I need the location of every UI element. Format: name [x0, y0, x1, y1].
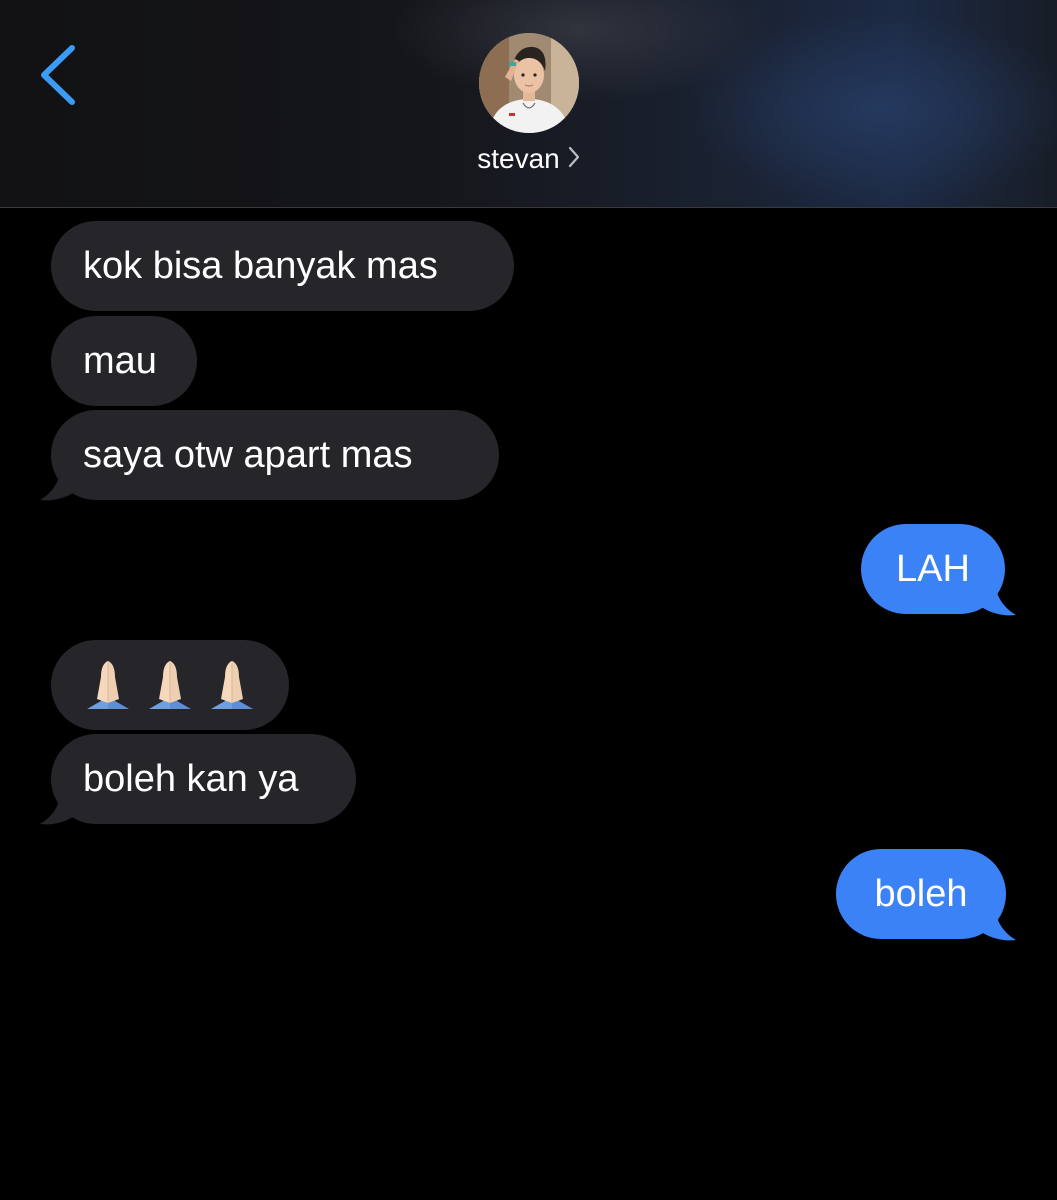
message-text: boleh kan ya — [83, 758, 299, 800]
incoming-message-bubble[interactable]: boleh kan ya — [51, 734, 356, 824]
incoming-message-bubble[interactable]: kok bisa banyak mas — [51, 221, 514, 311]
contact-avatar[interactable] — [479, 33, 579, 133]
folded-hands-icon — [149, 661, 191, 709]
chevron-right-icon — [568, 143, 580, 175]
back-button[interactable] — [32, 40, 88, 110]
contact-name: stevan — [477, 143, 560, 174]
message-text: boleh — [874, 873, 968, 915]
message-text: LAH — [896, 548, 970, 590]
message-text: mau — [83, 340, 157, 382]
message-text: kok bisa banyak mas — [83, 245, 438, 287]
message-text: saya otw apart mas — [83, 434, 413, 476]
outgoing-bubble-tail — [974, 575, 1016, 616]
incoming-message-bubble[interactable]: mau — [51, 316, 197, 406]
incoming-bubble-tail — [40, 460, 82, 501]
conversation-header: stevan — [0, 0, 1057, 208]
incoming-bubble-tail — [40, 784, 82, 825]
chevron-left-icon — [41, 45, 75, 105]
outgoing-bubble-tail — [974, 900, 1016, 941]
incoming-message-bubble[interactable] — [51, 640, 289, 730]
emoji-group — [79, 640, 261, 730]
folded-hands-icon — [87, 661, 129, 709]
incoming-message-bubble[interactable]: saya otw apart mas — [51, 410, 499, 500]
avatar-photo — [479, 33, 579, 133]
contact-name-button[interactable]: stevan — [0, 143, 1057, 175]
folded-hands-icon — [211, 661, 253, 709]
